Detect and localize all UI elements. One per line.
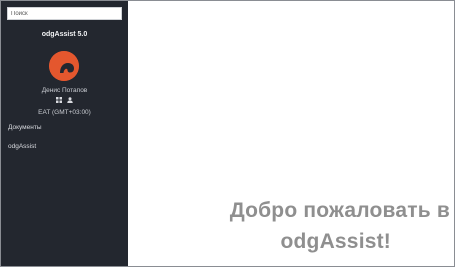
welcome-message: Добро пожаловать в odgAssist! <box>130 195 450 257</box>
apps-icon[interactable] <box>55 97 62 105</box>
user-actions <box>1 97 128 105</box>
user-icon[interactable] <box>67 97 74 105</box>
avatar-logo-icon <box>49 51 79 81</box>
welcome-line-1: Добро пожаловать в <box>229 199 450 222</box>
welcome-line-2: odgAssist! <box>280 230 391 253</box>
main-content: Добро пожаловать в odgAssist! <box>129 1 454 266</box>
nav-item-odgassist[interactable]: odgAssist <box>8 143 36 150</box>
app-window: odgAssist 5.0 Денис Потапов <box>0 0 455 267</box>
nav-item-documents[interactable]: Документы <box>8 124 42 131</box>
sidebar: odgAssist 5.0 Денис Потапов <box>1 1 128 266</box>
avatar[interactable] <box>49 51 79 81</box>
app-title: odgAssist 5.0 <box>41 31 88 38</box>
user-timezone: EAT (GMT+03:00) <box>38 109 91 116</box>
search-input[interactable] <box>7 7 122 20</box>
user-name: Денис Потапов <box>41 87 88 94</box>
